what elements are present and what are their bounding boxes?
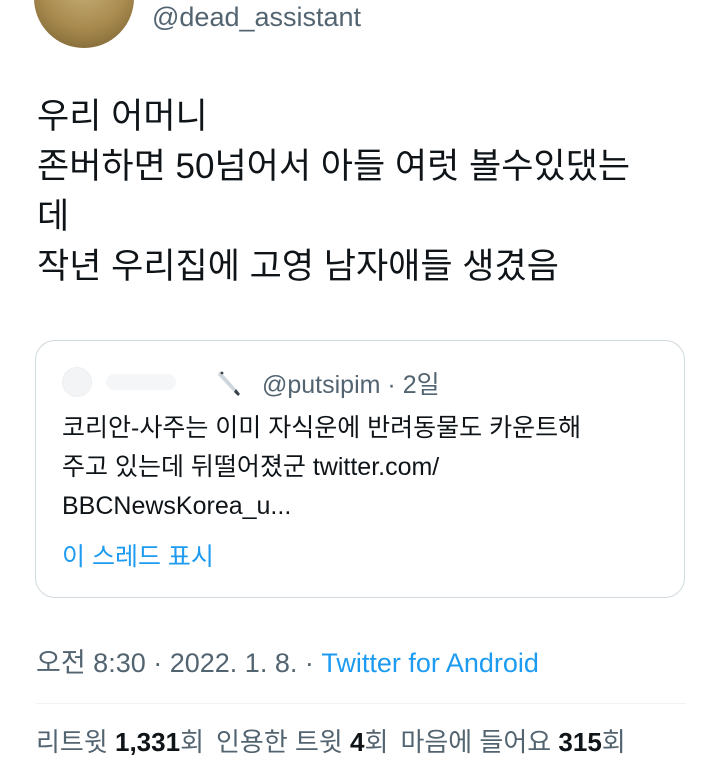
quoted-handle[interactable]: @putsipim xyxy=(262,371,380,399)
quoted-tweet[interactable]: @putsipim · 2일 코리안-사주는 이미 자식운에 반려동물도 카운트… xyxy=(35,340,685,598)
quotes-label: 인용한 트윗 xyxy=(215,727,351,757)
tweet-meta: 오전 8:30 · 2022. 1. 8. · Twitter for Andr… xyxy=(36,641,539,680)
retweets-count: 1,331 xyxy=(114,727,181,757)
tweet-line: 존버하면 50넘어서 아들 여럿 볼수있댔는 xyxy=(37,147,631,186)
quotes-stat[interactable]: 인용한 트윗 4회 xyxy=(216,727,388,757)
retweets-suffix: 회 xyxy=(180,727,204,757)
quoted-line: 코리안-사주는 이미 자식운에 반려동물도 카운트해 xyxy=(62,414,582,442)
likes-label: 마음에 들어요 xyxy=(400,727,559,757)
quoted-line: 주고 있는데 뒤떨어졌군 twitter.com/ xyxy=(62,453,440,481)
author-handle[interactable]: @dead_assistant xyxy=(152,2,361,33)
engagement-stats: 리트윗 1,331회 인용한 트윗 4회 마음에 들어요 315회 xyxy=(36,722,626,759)
quoted-line: BBCNewsKorea_u... xyxy=(62,492,292,520)
tweet-line: 작년 우리집에 고영 남자애들 생겼음 xyxy=(37,247,559,286)
quoted-header: @putsipim · 2일 xyxy=(262,365,440,401)
tweet-text: 우리 어머니 존버하면 50넘어서 아들 여럿 볼수있댔는 데 작년 우리집에 … xyxy=(37,92,697,292)
author-avatar[interactable] xyxy=(34,0,134,48)
quoted-time[interactable]: 2일 xyxy=(403,371,440,399)
quotes-suffix: 회 xyxy=(364,727,389,757)
quotes-count: 4 xyxy=(350,727,365,757)
tweet-date[interactable]: 2022. 1. 8. xyxy=(170,648,298,678)
quoted-name-redacted xyxy=(106,374,176,390)
tweet-time[interactable]: 오전 8:30 xyxy=(36,648,146,678)
divider xyxy=(36,703,686,704)
tweet-line: 데 xyxy=(37,197,70,236)
likes-suffix: 회 xyxy=(601,727,626,757)
knife-icon xyxy=(218,371,240,396)
likes-stat[interactable]: 마음에 들어요 315회 xyxy=(400,727,625,757)
likes-count: 315 xyxy=(558,727,602,757)
quoted-separator: · xyxy=(380,371,403,399)
tweet-line: 우리 어머니 xyxy=(37,97,208,136)
meta-separator: · xyxy=(297,648,322,678)
show-thread-link[interactable]: 이 스레드 표시 xyxy=(62,537,214,573)
quoted-avatar[interactable] xyxy=(62,367,92,397)
quoted-text: 코리안-사주는 이미 자식운에 반려동물도 카운트해 주고 있는데 뒤떨어졌군 … xyxy=(62,409,662,526)
tweet-source-link[interactable]: Twitter for Android xyxy=(321,648,539,678)
retweets-label: 리트윗 xyxy=(36,727,115,757)
meta-separator: · xyxy=(145,648,170,678)
retweets-stat[interactable]: 리트윗 1,331회 xyxy=(36,727,204,757)
